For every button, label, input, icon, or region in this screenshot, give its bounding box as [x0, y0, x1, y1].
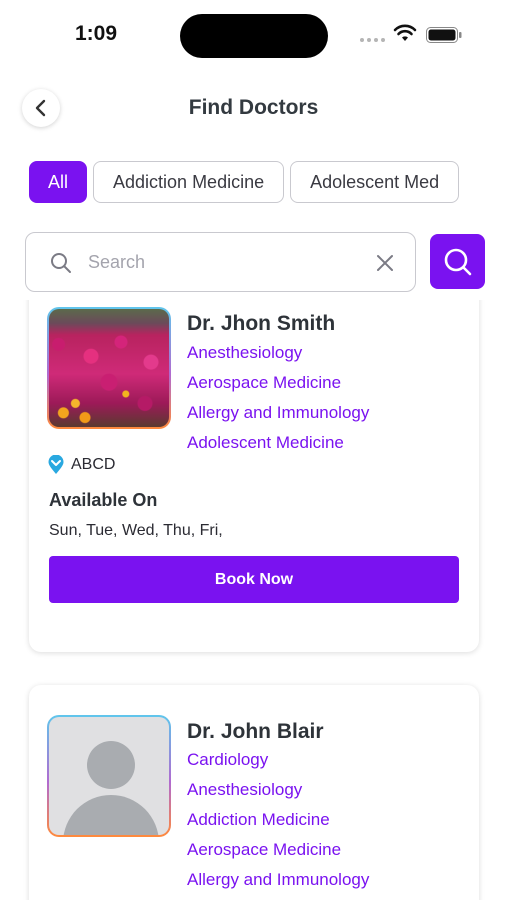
- chip-all[interactable]: All: [29, 161, 88, 203]
- search-input[interactable]: [88, 247, 368, 277]
- doctor-card[interactable]: Dr. Jhon Smith Anesthesiology Aerospace …: [29, 300, 479, 652]
- available-days: Sun, Tue, Wed, Thu, Fri,: [49, 522, 223, 539]
- doctor-name: Dr. John Blair: [187, 720, 324, 743]
- doctor-card[interactable]: Dr. John Blair Cardiology Anesthesiology…: [29, 685, 479, 900]
- signal-icon: [360, 38, 385, 42]
- location-text: ABCD: [71, 456, 116, 473]
- avatar-placeholder-icon: [49, 717, 169, 835]
- specialty-label: Anesthesiology: [187, 780, 303, 799]
- search-icon: [51, 253, 71, 273]
- specialty-label: Cardiology: [187, 750, 269, 769]
- page-title: Find Doctors: [188, 96, 319, 119]
- specialty-label: Aerospace Medicine: [187, 840, 342, 859]
- status-bar: 1:09: [0, 0, 507, 72]
- doctor-photo: [47, 715, 171, 837]
- clear-icon[interactable]: [376, 254, 394, 272]
- specialty-label: Allergy and Immunology: [187, 870, 370, 889]
- location-row: ABCD: [47, 455, 115, 475]
- specialty-label: Aerospace Medicine: [187, 373, 342, 392]
- search-button[interactable]: [430, 234, 485, 289]
- specialty-label: Anesthesiology: [187, 343, 303, 362]
- status-time: 1:09: [75, 22, 118, 45]
- location-pin-icon: [48, 455, 64, 474]
- search-box: [25, 232, 416, 292]
- dynamic-island: [180, 14, 328, 58]
- specialty-label: Allergy and Immunology: [187, 403, 370, 422]
- doctor-name: Dr. Jhon Smith: [187, 312, 336, 335]
- available-on-title: Available On: [49, 490, 158, 510]
- chip-addiction-medicine[interactable]: Addiction Medicine: [93, 161, 285, 203]
- book-now-button[interactable]: Book Now: [49, 556, 459, 603]
- search-icon: [444, 248, 471, 275]
- chip-adolescent-medicine[interactable]: Adolescent Med: [290, 161, 460, 203]
- battery-icon: [426, 27, 462, 43]
- specialty-filter-chips: All Addiction Medicine Adolescent Med: [29, 161, 484, 205]
- doctor-list: Dr. Jhon Smith Anesthesiology Aerospace …: [0, 300, 507, 900]
- doctor-photo: [47, 307, 171, 429]
- specialty-label: Adolescent Medicine: [187, 433, 344, 452]
- wifi-icon: [393, 24, 417, 41]
- specialty-label: Addiction Medicine: [187, 810, 330, 829]
